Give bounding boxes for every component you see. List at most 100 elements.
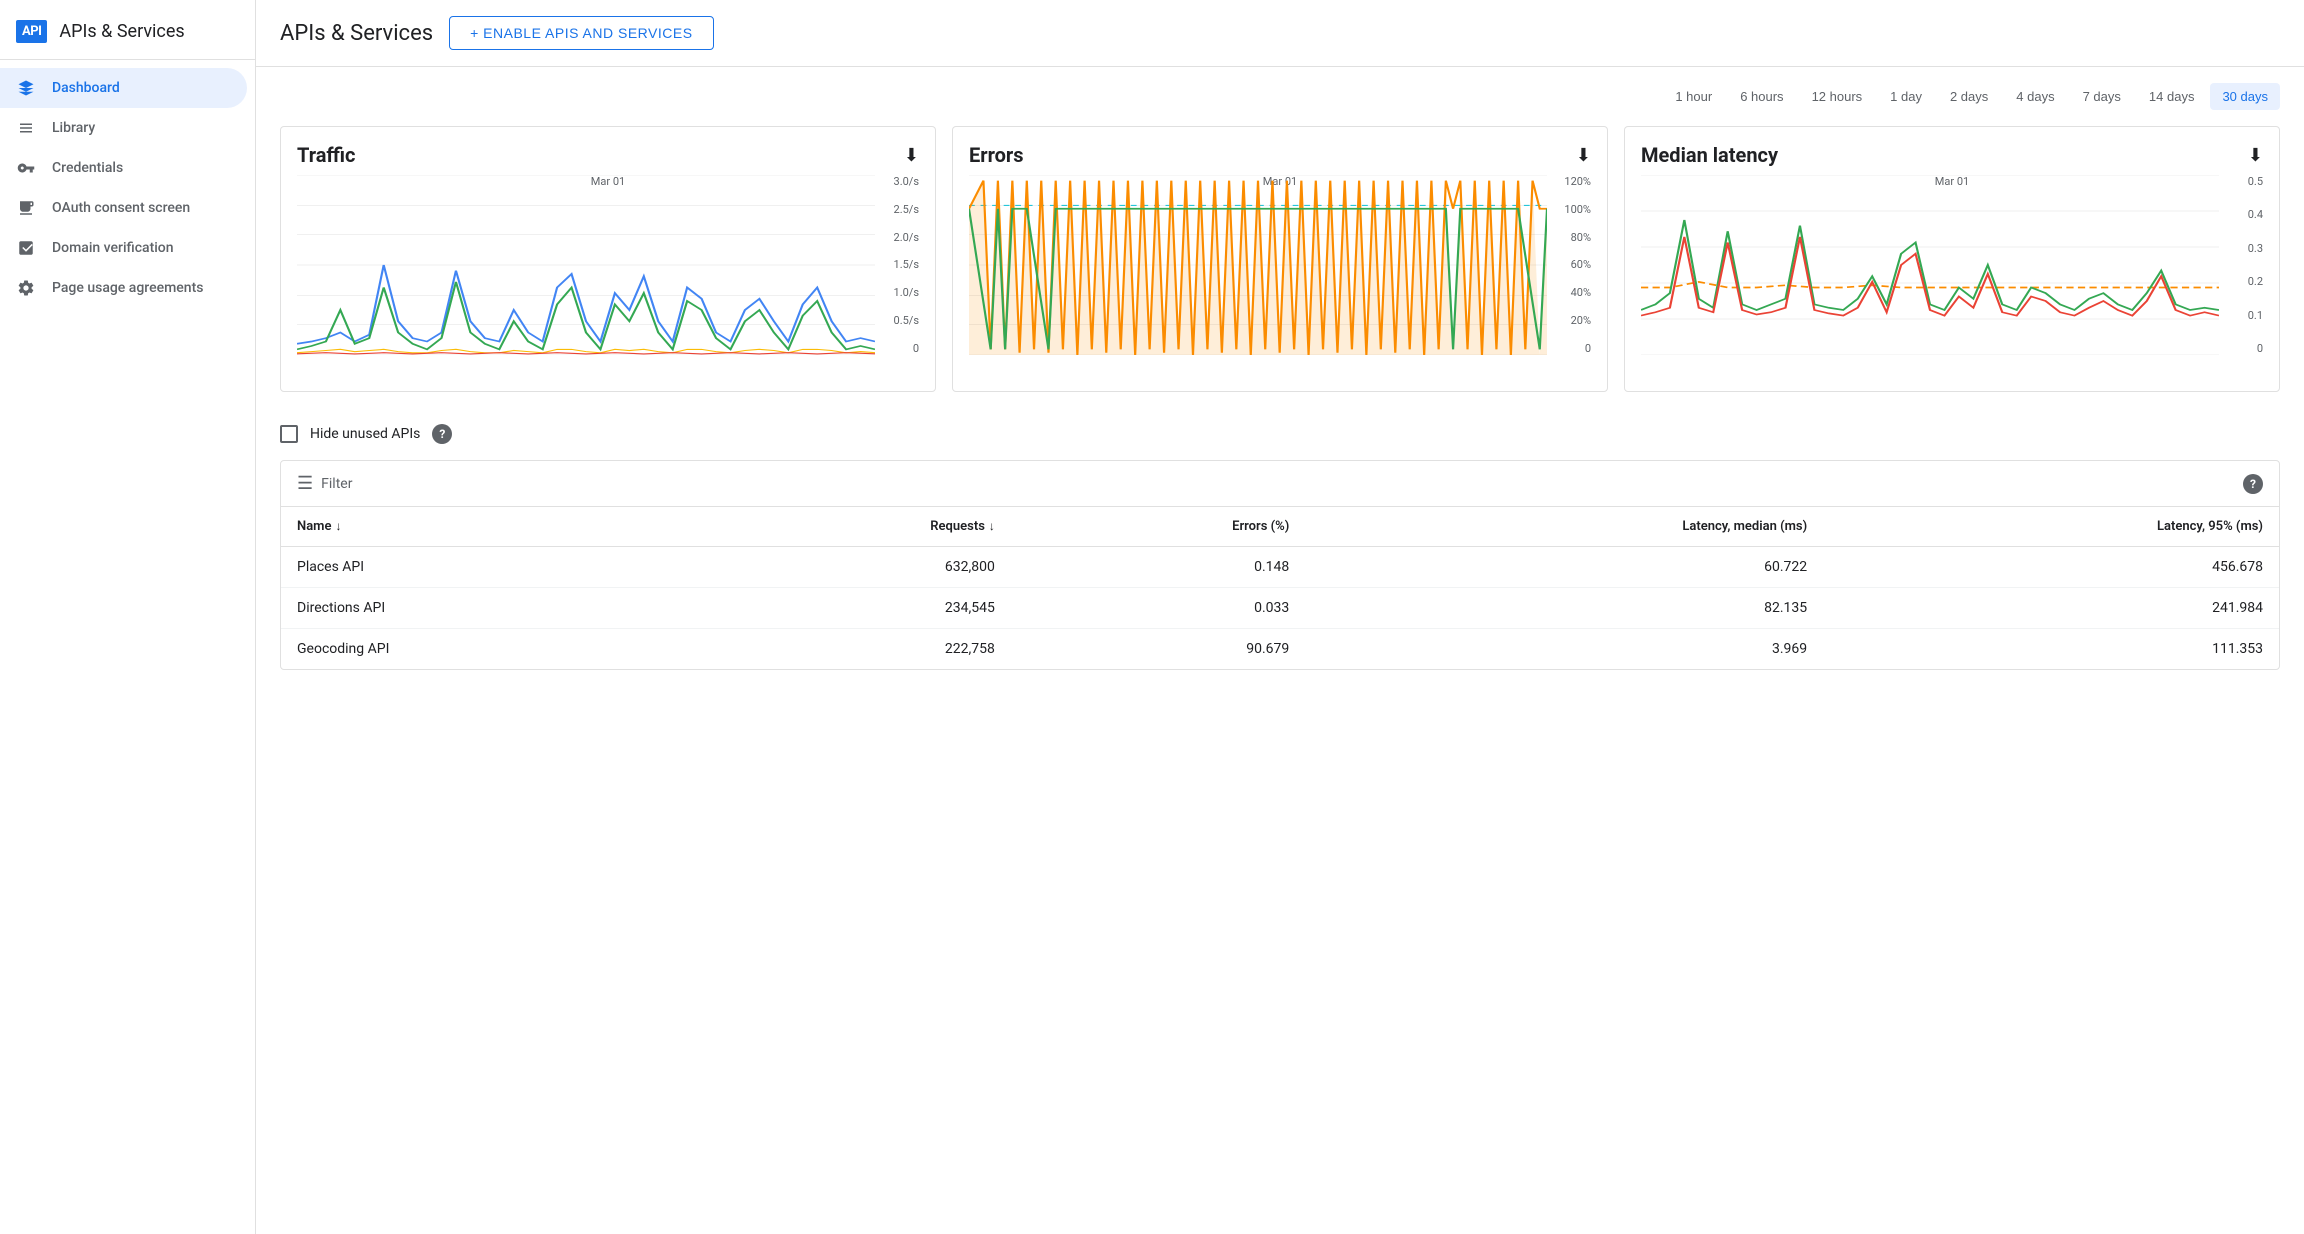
api-table: Name↓Requests↓Errors (%)Latency, median … xyxy=(281,507,2279,669)
hide-unused-help-icon[interactable]: ? xyxy=(432,424,452,444)
traffic-chart-card: Traffic ⬇ xyxy=(280,126,936,392)
latency-y-label-0: 0.5 xyxy=(2248,175,2263,188)
traffic-y-axis: 3.0/s 2.5/s 2.0/s 1.5/s 1.0/s 0.5/s 0 xyxy=(879,175,919,355)
latency-chart-card: Median latency ⬇ xyxy=(1624,126,2280,392)
latency-svg xyxy=(1641,175,2219,355)
latency-download-icon[interactable]: ⬇ xyxy=(2248,145,2263,166)
charts-row: Traffic ⬇ xyxy=(280,126,2280,392)
errors-chart-card: Errors ⬇ xyxy=(952,126,1608,392)
api-table-section: ☰ Filter ? Name↓Requests↓Errors (%)Laten… xyxy=(280,460,2280,670)
traffic-y-label-2: 2.0/s xyxy=(894,231,919,244)
traffic-y-label-4: 1.0/s xyxy=(894,286,919,299)
sidebar-item-dashboard[interactable]: Dashboard xyxy=(0,68,247,108)
time-range-12h[interactable]: 12 hours xyxy=(1800,83,1875,110)
table-header: Name↓Requests↓Errors (%)Latency, median … xyxy=(281,507,2279,547)
sidebar-item-domain[interactable]: Domain verification xyxy=(0,228,247,268)
sidebar-item-page-usage[interactable]: Page usage agreements xyxy=(0,268,247,308)
content-area: 1 hour6 hours12 hours1 day2 days4 days7 … xyxy=(256,67,2304,686)
hide-unused-checkbox[interactable] xyxy=(280,425,298,443)
main-content: APIs & Services + ENABLE APIS AND SERVIC… xyxy=(256,0,2304,1234)
table-header-row: Name↓Requests↓Errors (%)Latency, median … xyxy=(281,507,2279,547)
table-header-latency_median: Latency, median (ms) xyxy=(1305,507,1823,547)
table-header-name[interactable]: Name↓ xyxy=(281,507,692,547)
table-cell-name: Geocoding API xyxy=(281,629,692,670)
sidebar-bottom xyxy=(0,1202,255,1234)
filter-label[interactable]: Filter xyxy=(321,476,352,492)
latency-chart-area: 0.5 0.4 0.3 0.2 0.1 0 Mar 01 xyxy=(1641,175,2263,375)
errors-y-label-0: 120% xyxy=(1564,175,1591,188)
errors-y-label-2: 80% xyxy=(1571,231,1591,244)
credentials-icon xyxy=(16,158,36,178)
sidebar-label-credentials: Credentials xyxy=(52,160,123,176)
traffic-y-label-3: 1.5/s xyxy=(894,258,919,271)
oauth-icon xyxy=(16,198,36,218)
table-cell-requests: 632,800 xyxy=(692,547,1011,588)
time-range-2d[interactable]: 2 days xyxy=(1938,83,2000,110)
sidebar-label-library: Library xyxy=(52,120,95,136)
errors-download-icon[interactable]: ⬇ xyxy=(1576,145,1591,166)
sidebar-item-oauth[interactable]: OAuth consent screen xyxy=(0,188,247,228)
sort-icon-name: ↓ xyxy=(335,519,341,533)
table-row[interactable]: Places API632,8000.14860.722456.678 xyxy=(281,547,2279,588)
errors-y-label-6: 0 xyxy=(1585,342,1591,355)
errors-y-label-3: 60% xyxy=(1571,258,1591,271)
latency-svg-container xyxy=(1641,175,2219,355)
latency-y-label-2: 0.3 xyxy=(2248,242,2263,255)
sidebar-title: APIs & Services xyxy=(59,21,184,42)
sidebar-label-domain: Domain verification xyxy=(52,240,174,256)
library-icon xyxy=(16,118,36,138)
table-help-icon[interactable]: ? xyxy=(2243,474,2263,494)
time-range-14d[interactable]: 14 days xyxy=(2137,83,2207,110)
latency-y-label-3: 0.2 xyxy=(2248,275,2263,288)
table-row[interactable]: Directions API234,5450.03382.135241.984 xyxy=(281,588,2279,629)
table-cell-requests: 234,545 xyxy=(692,588,1011,629)
table-header-latency_95: Latency, 95% (ms) xyxy=(1823,507,2279,547)
errors-chart-header: Errors ⬇ xyxy=(969,143,1591,167)
table-cell-latency_95: 241.984 xyxy=(1823,588,2279,629)
errors-svg-container xyxy=(969,175,1547,355)
dashboard-icon xyxy=(16,78,36,98)
table-body: Places API632,8000.14860.722456.678Direc… xyxy=(281,547,2279,670)
latency-y-axis: 0.5 0.4 0.3 0.2 0.1 0 xyxy=(2223,175,2263,355)
sort-icon-requests: ↓ xyxy=(989,519,995,533)
errors-chart-area: 120% 100% 80% 60% 40% 20% 0 Mar 01 xyxy=(969,175,1591,375)
domain-icon xyxy=(16,238,36,258)
table-header-errors: Errors (%) xyxy=(1011,507,1305,547)
time-range-1d[interactable]: 1 day xyxy=(1878,83,1934,110)
errors-y-axis: 120% 100% 80% 60% 40% 20% 0 xyxy=(1551,175,1591,355)
time-range-1h[interactable]: 1 hour xyxy=(1663,83,1724,110)
sidebar-logo: API APIs & Services xyxy=(0,8,255,60)
table-cell-requests: 222,758 xyxy=(692,629,1011,670)
time-range-4d[interactable]: 4 days xyxy=(2004,83,2066,110)
table-cell-latency_median: 3.969 xyxy=(1305,629,1823,670)
table-cell-name: Places API xyxy=(281,547,692,588)
traffic-download-icon[interactable]: ⬇ xyxy=(904,145,919,166)
sidebar: API APIs & Services Dashboard Library Cr… xyxy=(0,0,256,1234)
latency-chart-title: Median latency xyxy=(1641,143,1778,167)
traffic-y-label-0: 3.0/s xyxy=(894,175,919,188)
enable-apis-button[interactable]: + ENABLE APIS AND SERVICES xyxy=(449,16,713,50)
table-cell-latency_median: 82.135 xyxy=(1305,588,1823,629)
traffic-svg-container xyxy=(297,175,875,355)
api-logo-badge: API xyxy=(16,20,47,43)
table-cell-latency_95: 111.353 xyxy=(1823,629,2279,670)
time-range-30d[interactable]: 30 days xyxy=(2210,83,2280,110)
table-cell-name: Directions API xyxy=(281,588,692,629)
sidebar-item-library[interactable]: Library xyxy=(0,108,247,148)
traffic-chart-area: 3.0/s 2.5/s 2.0/s 1.5/s 1.0/s 0.5/s 0 Ma… xyxy=(297,175,919,375)
table-row[interactable]: Geocoding API222,75890.6793.969111.353 xyxy=(281,629,2279,670)
sidebar-label-page-usage: Page usage agreements xyxy=(52,280,203,296)
table-cell-latency_95: 456.678 xyxy=(1823,547,2279,588)
latency-chart-header: Median latency ⬇ xyxy=(1641,143,2263,167)
latency-y-label-4: 0.1 xyxy=(2248,309,2263,322)
table-cell-errors: 90.679 xyxy=(1011,629,1305,670)
sidebar-label-oauth: OAuth consent screen xyxy=(52,200,190,216)
hide-unused-label: Hide unused APIs xyxy=(310,426,420,442)
table-cell-errors: 0.148 xyxy=(1011,547,1305,588)
sidebar-label-dashboard: Dashboard xyxy=(52,80,120,96)
sidebar-item-credentials[interactable]: Credentials xyxy=(0,148,247,188)
time-range-7d[interactable]: 7 days xyxy=(2071,83,2133,110)
time-range-6h[interactable]: 6 hours xyxy=(1728,83,1795,110)
table-header-requests[interactable]: Requests↓ xyxy=(692,507,1011,547)
traffic-chart-header: Traffic ⬇ xyxy=(297,143,919,167)
